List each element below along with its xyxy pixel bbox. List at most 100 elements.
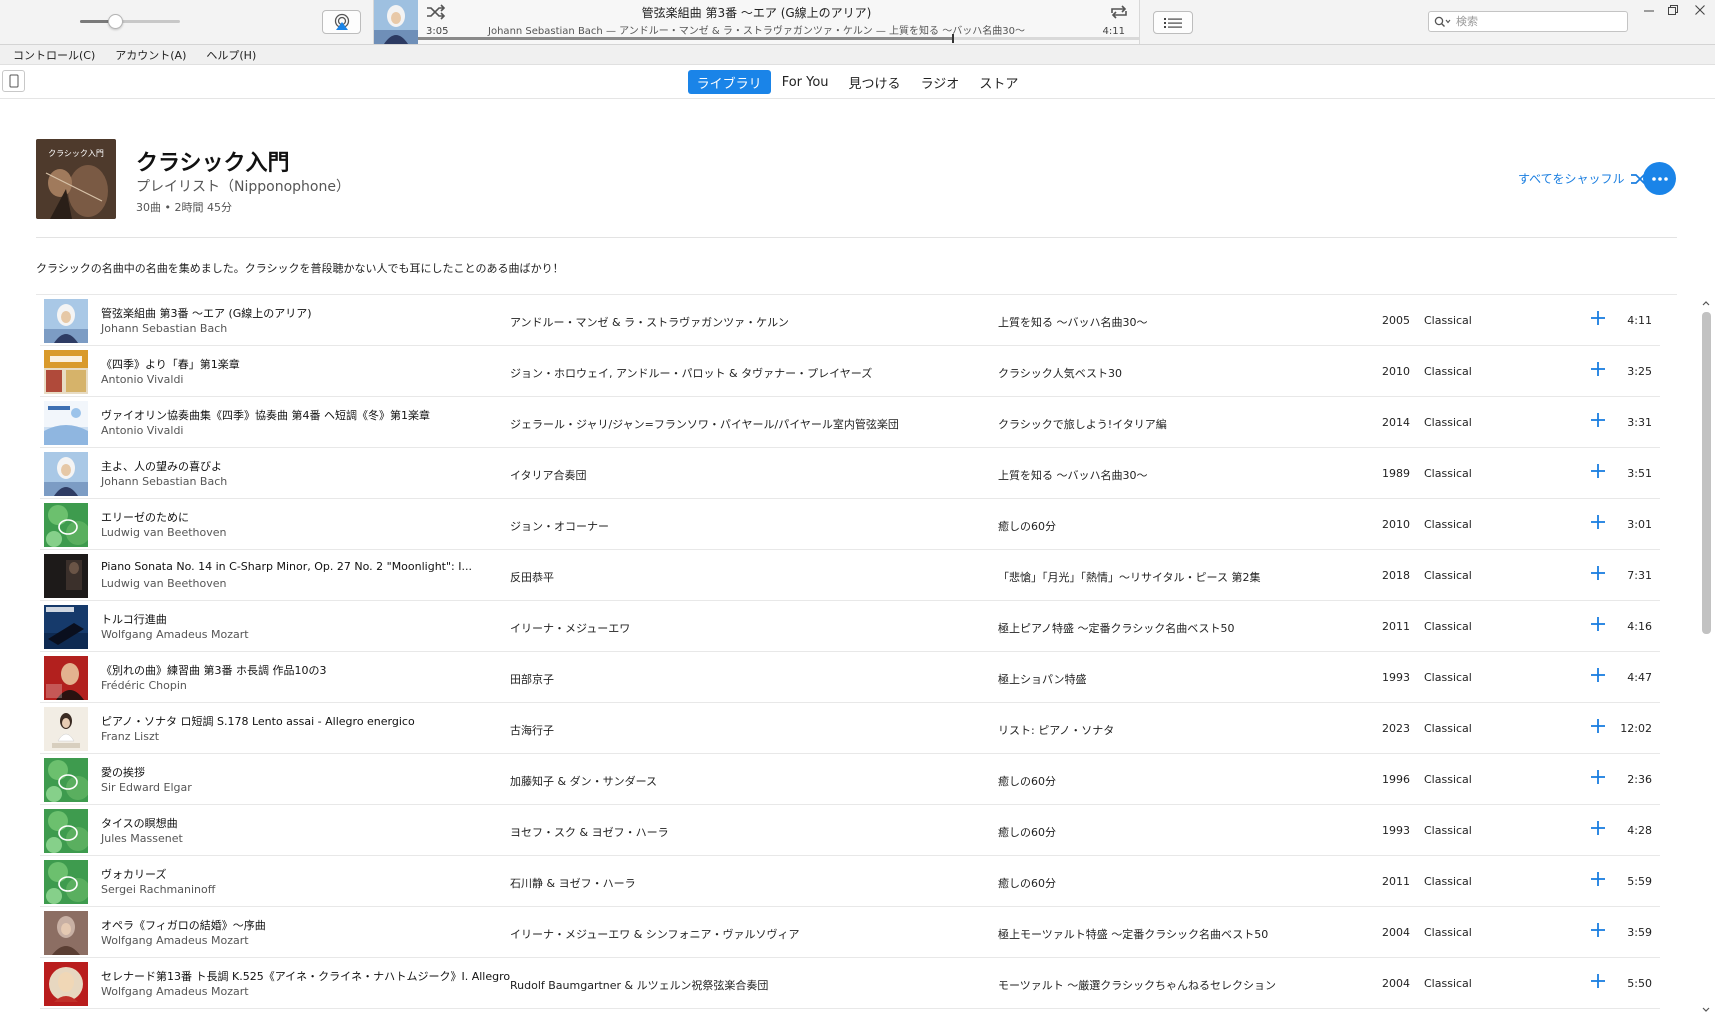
tab-browse[interactable]: 見つける [840, 70, 910, 94]
track-name: 愛の挨拶 [101, 766, 145, 779]
track-artwork[interactable] [44, 299, 88, 343]
add-to-library-button[interactable] [1588, 410, 1608, 430]
track-album: 癒しの60分 [998, 877, 1056, 890]
track-artwork[interactable] [44, 605, 88, 649]
playlist-artwork[interactable]: クラシック入門 [36, 139, 116, 219]
add-to-library-button[interactable] [1588, 971, 1608, 991]
track-artwork[interactable] [44, 401, 88, 445]
header-divider [36, 237, 1677, 238]
menu-bar: コントロール(C) アカウント(A) ヘルプ(H) [0, 45, 1715, 65]
now-playing-artwork[interactable] [374, 0, 418, 44]
tab-library[interactable]: ライブラリ [687, 70, 771, 94]
playback-progress-bar[interactable] [418, 34, 1139, 43]
track-row[interactable]: タイスの瞑想曲 Jules Massenet ヨセフ・スク & ヨゼフ・ハーラ 癒しの… [40, 805, 1660, 856]
track-artist: ジェラール・ジャリ/ジャン=フランソワ・パイヤール/パイヤール室内管弦楽団 [510, 418, 899, 431]
scrollbar-thumb[interactable] [1702, 312, 1711, 634]
track-row[interactable]: Piano Sonata No. 14 in C-Sharp Minor, Op… [40, 550, 1660, 601]
player-bar: 3:05 管弦楽組曲 第3番 ～エア (G線上のアリア) Johann Seba… [0, 0, 1715, 45]
add-to-library-button[interactable] [1588, 716, 1608, 736]
track-list: 管弦楽組曲 第3番 ～エア (G線上のアリア) Johann Sebastian … [40, 295, 1660, 1015]
track-artwork[interactable] [44, 758, 88, 802]
track-row[interactable]: セレナード第13番 ト長調 K.525《アイネ・クライネ・ナハトムジーク》I. … [40, 958, 1660, 1009]
track-artwork[interactable] [44, 809, 88, 853]
track-row[interactable]: トルコ行進曲 Wolfgang Amadeus Mozart イリーナ・メジューエワ… [40, 601, 1660, 652]
track-row[interactable]: 《別れの曲》練習曲 第3番 ホ長調 作品10の3 Frédéric Chopin 田… [40, 652, 1660, 703]
track-row[interactable]: ピアノ・ソナタ ロ短調 S.178 Lento assai - Allegro … [40, 703, 1660, 754]
add-to-library-button[interactable] [1588, 665, 1608, 685]
scroll-down-arrow[interactable] [1700, 1005, 1712, 1015]
shuffle-all-button[interactable]: すべてをシャッフル [1518, 170, 1652, 187]
repeat-icon[interactable] [1109, 4, 1129, 20]
add-to-library-button[interactable] [1588, 359, 1608, 379]
search-icon [1434, 16, 1451, 27]
track-artwork[interactable] [44, 452, 88, 496]
tab-radio[interactable]: ラジオ [912, 70, 969, 94]
shuffle-icon[interactable] [426, 4, 446, 20]
volume-slider[interactable] [80, 14, 180, 29]
track-artist: イリーナ・メジューエワ & シンフォニア・ヴァルソヴィア [510, 928, 800, 941]
playback-progress-knob[interactable] [951, 34, 954, 43]
minimize-button[interactable] [1638, 2, 1660, 18]
track-genre: Classical [1424, 620, 1472, 633]
track-artwork[interactable] [44, 554, 88, 598]
track-row[interactable]: ヴォカリーズ Sergei Rachmaninoff 石川静 & ヨゼフ・ハーラ 癒し… [40, 856, 1660, 907]
track-artwork[interactable] [44, 911, 88, 955]
track-name: エリーゼのために [101, 511, 189, 524]
close-button[interactable] [1689, 2, 1711, 18]
track-album: 上質を知る ～バッハ名曲30～ [998, 469, 1148, 482]
add-to-library-button[interactable] [1588, 563, 1608, 583]
add-to-library-button[interactable] [1588, 461, 1608, 481]
add-to-library-button[interactable] [1588, 512, 1608, 532]
add-to-library-button[interactable] [1588, 818, 1608, 838]
track-artwork[interactable] [44, 962, 88, 1006]
track-row[interactable]: 愛の挨拶 Sir Edward Elgar 加藤知子 & ダン・サンダース 癒しの60… [40, 754, 1660, 805]
menu-account[interactable]: アカウント(A) [111, 47, 190, 63]
track-row[interactable]: ヴァイオリン協奏曲集《四季》協奏曲 第4番 ヘ短調《冬》第1楽章 Antonio … [40, 397, 1660, 448]
track-row[interactable]: オペラ《フィガロの結婚》～序曲 Wolfgang Amadeus Mozart イリ… [40, 907, 1660, 958]
add-to-library-button[interactable] [1588, 920, 1608, 940]
track-album: 癒しの60分 [998, 775, 1056, 788]
track-artist: イタリア合奏団 [510, 469, 587, 482]
track-row[interactable]: 管弦楽組曲 第3番 ～エア (G線上のアリア) Johann Sebastian … [40, 295, 1660, 346]
up-next-button[interactable] [1153, 11, 1193, 34]
more-options-button[interactable] [1643, 162, 1676, 195]
track-album: リスト: ピアノ・ソナタ [998, 724, 1115, 737]
track-row[interactable]: エリーゼのために Ludwig van Beethoven ジョン・オコーナー 癒しの… [40, 499, 1660, 550]
tab-store[interactable]: ストア [970, 70, 1027, 94]
track-artist: Rudolf Baumgartner & ルツェルン祝祭弦楽合奏団 [510, 979, 769, 992]
track-year: 2018 [1382, 569, 1410, 582]
track-artwork[interactable] [44, 860, 88, 904]
track-row[interactable]: 《四季》より「春」第1楽章 Antonio Vivaldi ジョン・ホロウェイ, ア… [40, 346, 1660, 397]
search-box[interactable] [1428, 11, 1628, 32]
track-artwork[interactable] [44, 707, 88, 751]
restore-button[interactable] [1662, 2, 1684, 18]
track-year: 2023 [1382, 722, 1410, 735]
track-year: 1993 [1382, 824, 1410, 837]
add-to-library-button[interactable] [1588, 614, 1608, 634]
track-artwork[interactable] [44, 656, 88, 700]
track-artist: 加藤知子 & ダン・サンダース [510, 775, 658, 788]
track-row[interactable]: 主よ、人の望みの喜びよ Johann Sebastian Bach イタリア合奏団 上… [40, 448, 1660, 499]
track-duration: 2:36 [1627, 773, 1652, 786]
track-artwork[interactable] [44, 503, 88, 547]
airplay-button[interactable] [322, 10, 361, 34]
track-duration: 4:47 [1627, 671, 1652, 684]
track-album: 極上ピアノ特盛 ～定番クラシック名曲ベスト50 [998, 622, 1235, 635]
add-to-library-button[interactable] [1588, 869, 1608, 889]
track-artwork[interactable] [44, 350, 88, 394]
menu-controls[interactable]: コントロール(C) [9, 47, 99, 63]
scroll-up-arrow[interactable] [1700, 298, 1712, 308]
track-name: 管弦楽組曲 第3番 ～エア (G線上のアリア) [101, 307, 312, 320]
track-duration: 3:59 [1627, 926, 1652, 939]
track-composer: Antonio Vivaldi [101, 424, 184, 437]
track-artist: 田部京子 [510, 673, 554, 686]
add-to-library-button[interactable] [1588, 308, 1608, 328]
add-to-library-button[interactable] [1588, 767, 1608, 787]
track-album: クラシックで旅しよう!イタリア編 [998, 418, 1167, 431]
track-duration: 12:02 [1620, 722, 1652, 735]
playlist-subtitle[interactable]: プレイリスト（Nipponophone） [136, 176, 350, 196]
volume-knob[interactable] [108, 14, 123, 29]
search-input[interactable] [1456, 15, 1616, 28]
menu-help[interactable]: ヘルプ(H) [202, 47, 260, 63]
tab-for-you[interactable]: For You [773, 70, 838, 94]
